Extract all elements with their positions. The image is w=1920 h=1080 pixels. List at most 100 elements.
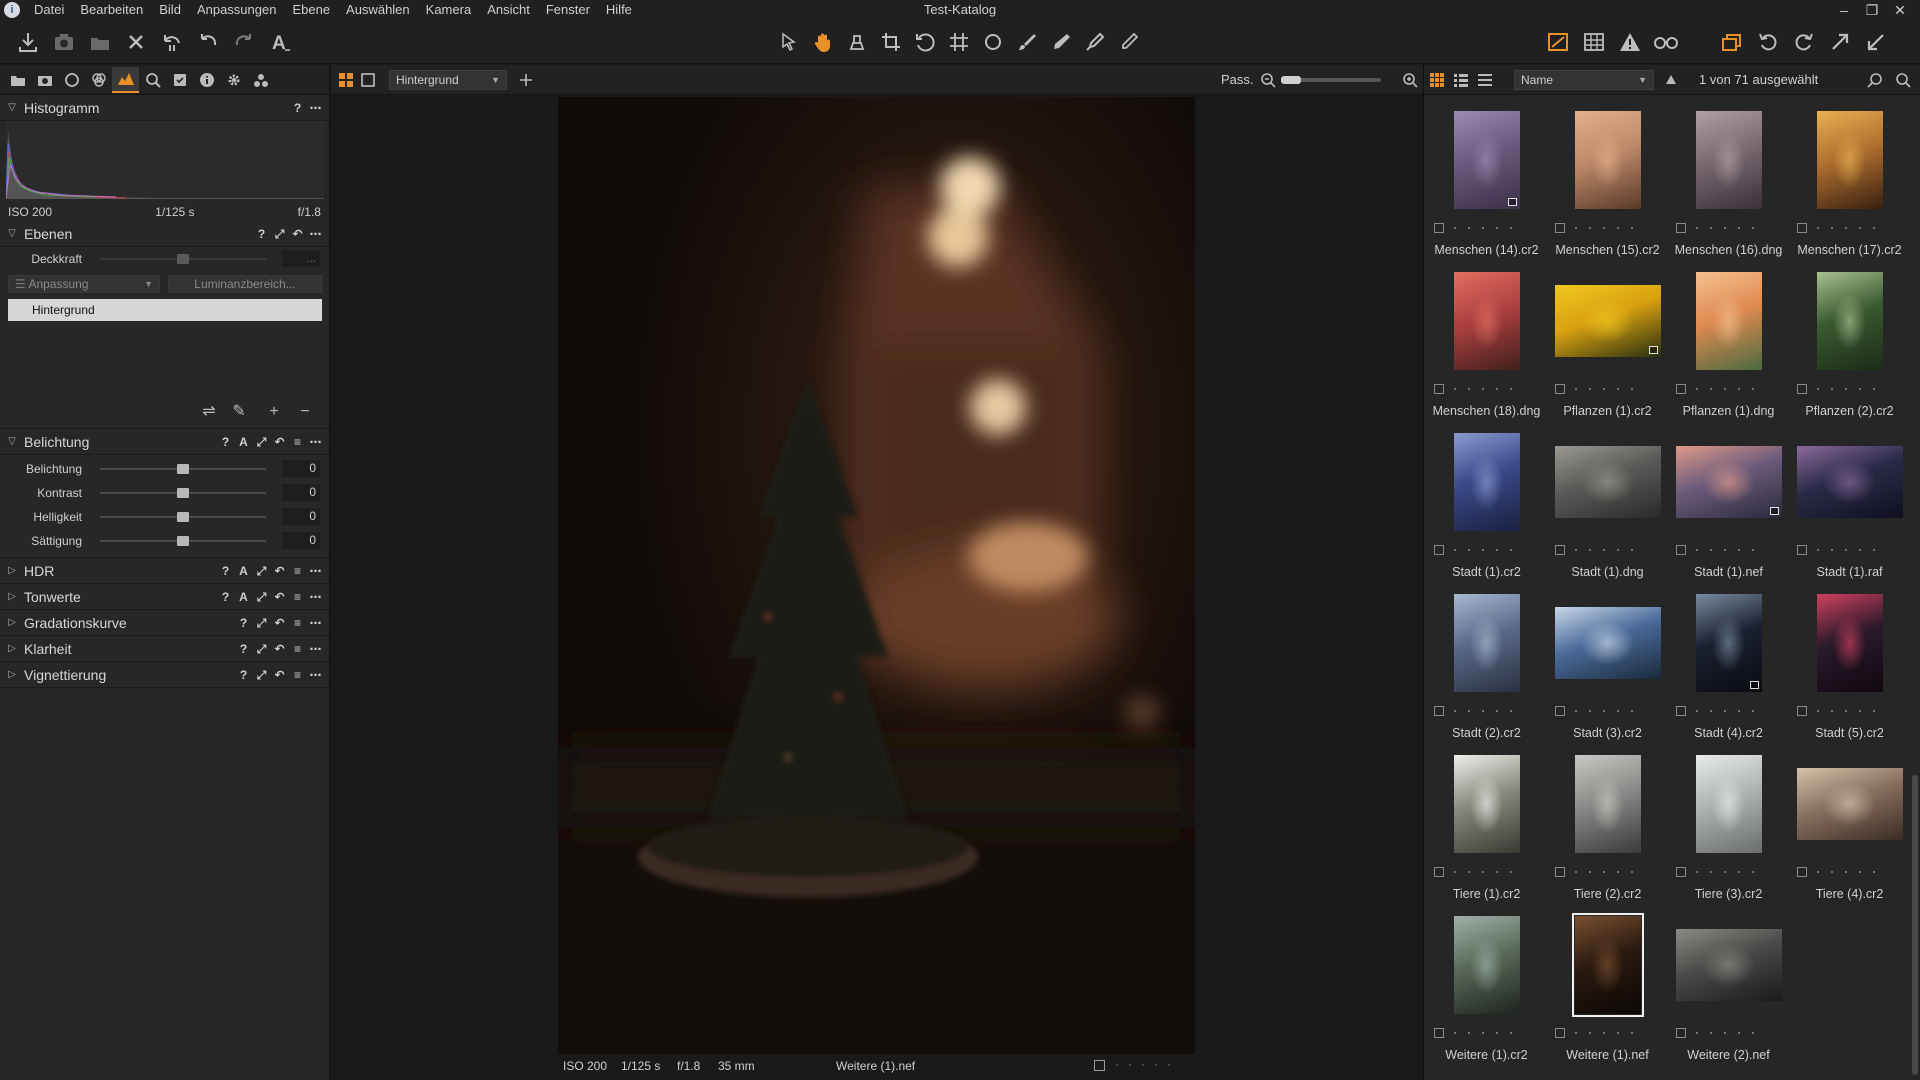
grid-icon[interactable]: [1576, 24, 1612, 60]
rating-dot[interactable]: [1831, 388, 1833, 390]
loupe-icon[interactable]: [840, 24, 874, 60]
section-header-vignettierung[interactable]: ▷ Vignettierung? ⤢ ↶ ≡ ⋯: [0, 662, 329, 688]
menu-item-2[interactable]: Bild: [151, 0, 189, 20]
app-logo-icon[interactable]: i: [4, 2, 20, 18]
rating-dot[interactable]: [1859, 871, 1861, 873]
select-checkbox[interactable]: [1676, 545, 1686, 555]
output-tab-icon[interactable]: [247, 67, 274, 93]
thumbnail-frame[interactable]: [1547, 584, 1668, 702]
rating-dot[interactable]: [1752, 1032, 1754, 1034]
rating-dot[interactable]: [1873, 549, 1875, 551]
rating-dot[interactable]: [1496, 227, 1498, 229]
more-icon[interactable]: ⋯: [308, 666, 323, 684]
section-header-gradationskurve[interactable]: ▷ Gradationskurve? ⤢ ↶ ≡ ⋯: [0, 610, 329, 636]
thumbnail-image[interactable]: [1816, 594, 1883, 692]
thumbnail-image[interactable]: [1571, 913, 1644, 1017]
help-icon[interactable]: ?: [290, 99, 305, 117]
copy-apply-icon[interactable]: ⤢: [254, 666, 269, 684]
rating-dot[interactable]: [1845, 227, 1847, 229]
rating-dot[interactable]: [1603, 710, 1605, 712]
thumbnail-image[interactable]: [1453, 272, 1520, 370]
thumbnail-image[interactable]: [1675, 929, 1782, 1001]
menu-item-3[interactable]: Anpassungen: [189, 0, 285, 20]
thumbnail-frame[interactable]: [1426, 423, 1547, 541]
rating-dot[interactable]: [1589, 710, 1591, 712]
rating-dot[interactable]: [1617, 710, 1619, 712]
erase-icon[interactable]: [1044, 24, 1078, 60]
rating-dot[interactable]: [1631, 227, 1633, 229]
rating-dot[interactable]: [1482, 388, 1484, 390]
spot-icon[interactable]: [976, 24, 1010, 60]
rating-dot[interactable]: [1710, 227, 1712, 229]
undo-icon[interactable]: [190, 24, 226, 60]
rating-dot[interactable]: [1482, 1032, 1484, 1034]
collapse-icon[interactable]: [1858, 24, 1894, 60]
capture-icon[interactable]: [46, 24, 82, 60]
menu-item-1[interactable]: Bearbeiten: [72, 0, 151, 20]
rating-dot[interactable]: [1468, 549, 1470, 551]
rating-dot[interactable]: [1617, 388, 1619, 390]
rating-dot[interactable]: [1482, 549, 1484, 551]
proof-glasses-icon[interactable]: [1648, 24, 1684, 60]
thumbnail-item[interactable]: Tiere (1).cr2: [1426, 745, 1547, 906]
help-icon[interactable]: ?: [218, 588, 233, 606]
more-icon[interactable]: ⋯: [308, 225, 323, 243]
copy-apply-icon[interactable]: ⤢: [272, 225, 287, 243]
multiple-views-icon[interactable]: [1714, 24, 1750, 60]
thumbnail-frame[interactable]: [1668, 906, 1789, 1024]
thumbnail-item[interactable]: Weitere (1).nef: [1547, 906, 1668, 1067]
library-tab-icon[interactable]: [4, 67, 31, 93]
thumbnail-item[interactable]: Stadt (4).cr2: [1668, 584, 1789, 745]
rating-dot[interactable]: [1603, 388, 1605, 390]
menu-item-4[interactable]: Ebene: [284, 0, 338, 20]
rating-dot[interactable]: [1710, 1032, 1712, 1034]
rating-dot[interactable]: [1589, 549, 1591, 551]
thumbnail-frame[interactable]: [1547, 262, 1668, 380]
lens-tab-icon[interactable]: [58, 67, 85, 93]
rating-dot[interactable]: [1617, 227, 1619, 229]
thumbnail-image[interactable]: [1695, 594, 1762, 692]
reset-icon[interactable]: ↶: [272, 640, 287, 658]
add-layer-icon[interactable]: +: [265, 403, 283, 421]
more-icon[interactable]: ⋯: [308, 99, 323, 117]
redo-icon[interactable]: [226, 24, 262, 60]
luminance-range-button[interactable]: Luminanzbereich...: [168, 275, 322, 293]
rating-dot[interactable]: [1603, 871, 1605, 873]
rating-dot[interactable]: [1724, 1032, 1726, 1034]
slider-knob[interactable]: [177, 488, 189, 498]
brush-mask-icon[interactable]: ✎: [230, 403, 248, 421]
histogram-header[interactable]: ▽ Histogramm ? ⋯: [0, 95, 329, 121]
thumbnail-image[interactable]: [1816, 111, 1883, 209]
select-checkbox[interactable]: [1676, 384, 1686, 394]
rating-dot[interactable]: [1738, 871, 1740, 873]
menu-item-6[interactable]: Kamera: [418, 0, 480, 20]
thumbnail-frame[interactable]: [1547, 101, 1668, 219]
thumbnail-item[interactable]: Menschen (14).cr2: [1426, 101, 1547, 262]
thumbnail-image[interactable]: [1675, 446, 1782, 518]
rating-dot[interactable]: [1817, 227, 1819, 229]
select-checkbox[interactable]: [1434, 867, 1444, 877]
thumbnail-item[interactable]: Menschen (17).cr2: [1789, 101, 1910, 262]
rating-dot[interactable]: [1724, 388, 1726, 390]
select-checkbox[interactable]: [1555, 545, 1565, 555]
multi-view-icon[interactable]: [337, 71, 355, 89]
select-checkbox[interactable]: [1555, 223, 1565, 233]
select-checkbox[interactable]: [1797, 223, 1807, 233]
thumbnail-item[interactable]: Pflanzen (1).cr2: [1547, 262, 1668, 423]
rating-dot[interactable]: [1724, 227, 1726, 229]
rating-dot[interactable]: [1752, 871, 1754, 873]
rating-dot[interactable]: [1873, 710, 1875, 712]
select-checkbox[interactable]: [1434, 706, 1444, 716]
select-checkbox[interactable]: [1676, 867, 1686, 877]
adjustments-tab-icon[interactable]: [166, 67, 193, 93]
rating-dot[interactable]: [1873, 388, 1875, 390]
rating-dot[interactable]: [1696, 388, 1698, 390]
thumbnail-frame[interactable]: [1426, 101, 1547, 219]
metadata-tab-icon[interactable]: [193, 67, 220, 93]
rating-dot[interactable]: [1510, 388, 1512, 390]
rating-dot[interactable]: [1738, 710, 1740, 712]
thumbnail-item[interactable]: Stadt (1).dng: [1547, 423, 1668, 584]
thumbnail-item[interactable]: Weitere (1).cr2: [1426, 906, 1547, 1067]
rating-dot[interactable]: [1496, 710, 1498, 712]
rating-dot[interactable]: [1696, 1032, 1698, 1034]
